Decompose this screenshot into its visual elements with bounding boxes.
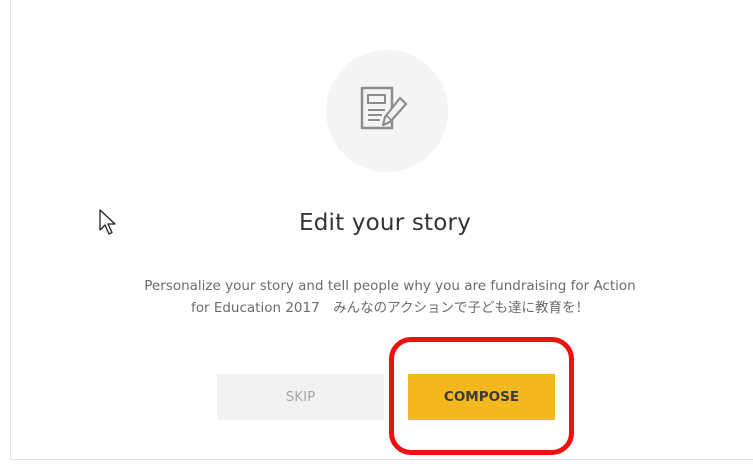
skip-button[interactable]: SKIP <box>217 374 384 420</box>
dialog-title: Edit your story <box>298 210 472 236</box>
icon-circle <box>326 50 448 172</box>
screenshot-stage: Edit your story Personalize your story a… <box>0 0 753 466</box>
description-line-1: Personalize your story and tell people w… <box>144 278 636 294</box>
dialog-description: Personalize your story and tell people w… <box>60 275 720 319</box>
compose-button[interactable]: COMPOSE <box>408 374 555 420</box>
description-line-2: for Education 2017 みんなのアクションで子ども達に教育を！ <box>190 300 590 316</box>
compose-document-icon <box>360 86 408 130</box>
